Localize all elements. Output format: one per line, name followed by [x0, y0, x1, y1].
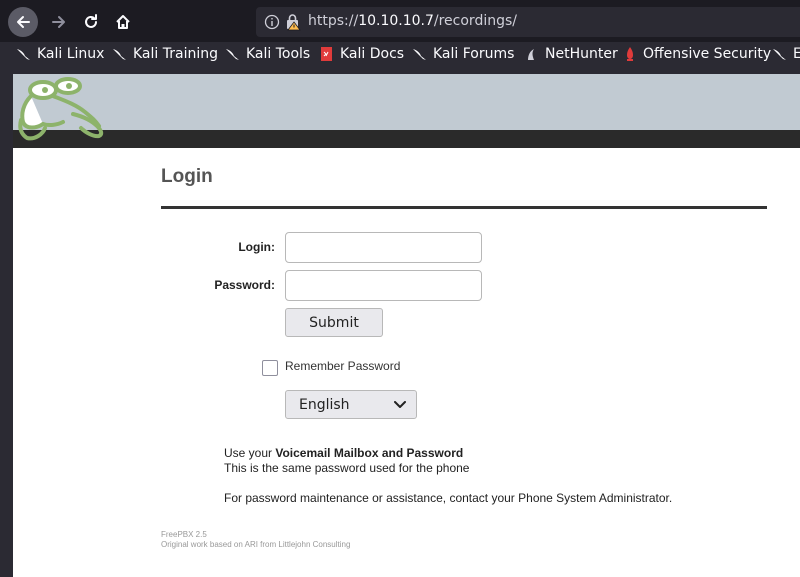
bookmark-nethunter[interactable]: NetHunter [524, 44, 618, 64]
home-button[interactable] [108, 7, 138, 37]
title-divider [161, 206, 767, 209]
info-line-maintenance: For password maintenance or assistance, … [224, 491, 673, 505]
bookmark-label: NetHunter [545, 46, 618, 62]
submit-button[interactable]: Submit [285, 308, 383, 337]
bookmark-label: Kali Docs [340, 46, 405, 62]
url-path: /recordings/ [433, 13, 517, 29]
nethunter-icon [528, 49, 534, 60]
info-line-credentials: Use your Voicemail Mailbox and Password [224, 446, 463, 460]
bookmark-label: E [793, 46, 800, 62]
bookmark-kali-training[interactable]: Kali Training [112, 44, 218, 64]
header-banner [13, 74, 800, 130]
forward-button[interactable] [44, 7, 74, 37]
home-icon [116, 15, 130, 29]
url-host: 10.10.10.7 [358, 13, 434, 29]
bookmark-label: Kali Tools [246, 46, 311, 62]
url-bar[interactable]: https://10.10.10.7/recordings/ [256, 7, 800, 37]
back-button[interactable] [8, 7, 38, 37]
reload-button[interactable] [76, 7, 106, 37]
footer-version: FreePBX 2.5 [161, 530, 207, 539]
url-scheme: https:// [308, 13, 359, 29]
bookmark-overflow[interactable]: E [772, 44, 800, 64]
remember-password-label[interactable]: Remember Password [285, 359, 400, 373]
language-select[interactable]: English [285, 390, 417, 419]
browser-toolbar: https://10.10.10.7/recordings/ [0, 0, 800, 42]
info-bold: Voicemail Mailbox and Password [275, 446, 464, 460]
language-selected-value: English [299, 396, 350, 413]
login-input[interactable] [285, 232, 482, 263]
remember-password-checkbox[interactable] [262, 360, 278, 376]
offensive-security-icon [627, 47, 633, 61]
kali-dragon-icon [113, 49, 126, 60]
bookmark-kali-linux[interactable]: Kali Linux [16, 44, 104, 64]
reload-icon [85, 14, 97, 28]
password-label: Password: [214, 278, 275, 292]
arrow-right-icon [52, 16, 65, 28]
bookmarks-bar: Kali Linux Kali Training Kali Tools Kali… [0, 42, 800, 66]
chevron-down-icon [394, 401, 406, 408]
kali-dragon-icon [773, 49, 786, 60]
bookmark-kali-forums[interactable]: Kali Forums [412, 44, 514, 64]
bookmark-kali-docs[interactable]: Kali Docs [319, 44, 404, 64]
web-page: Login Login: Password: Submit Remember P… [13, 74, 800, 577]
login-label: Login: [238, 240, 275, 254]
kali-dragon-icon [17, 49, 30, 60]
bookmark-label: Offensive Security [643, 46, 772, 62]
url-text[interactable]: https://10.10.10.7/recordings/ [308, 13, 517, 29]
bookmark-offensive-security[interactable]: Offensive Security [622, 44, 771, 64]
kali-docs-icon [321, 47, 332, 61]
bookmark-kali-tools[interactable]: Kali Tools [225, 44, 310, 64]
bookmark-label: Kali Forums [433, 46, 515, 62]
bookmark-label: Kali Training [133, 46, 218, 62]
password-input[interactable] [285, 270, 482, 301]
kali-dragon-icon [226, 49, 239, 60]
info-line-phone-password: This is the same password used for the p… [224, 461, 470, 475]
insecure-lock-icon[interactable] [285, 13, 301, 31]
header-bar [13, 130, 800, 148]
kali-dragon-icon [413, 49, 426, 60]
freepbx-frog-logo [18, 77, 104, 141]
footer-credit: Original work based on ARI from Littlejo… [161, 540, 351, 549]
info-prefix: Use your [224, 446, 276, 460]
bookmark-label: Kali Linux [37, 46, 105, 62]
info-icon[interactable] [264, 14, 280, 30]
page-title: Login [161, 166, 213, 187]
arrow-left-icon [17, 16, 30, 28]
